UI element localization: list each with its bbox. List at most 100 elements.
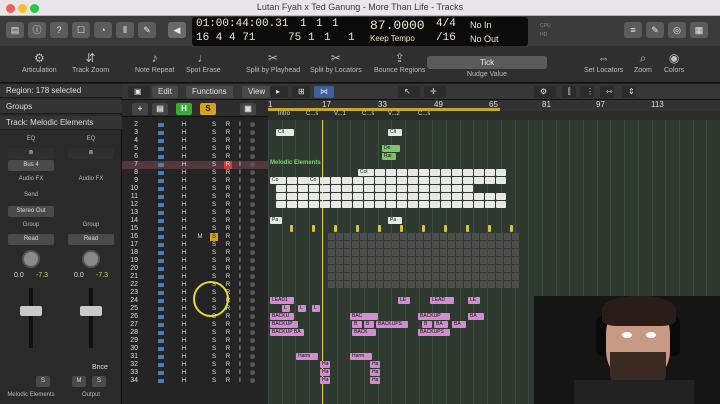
input-monitor-button[interactable]: I	[236, 353, 244, 361]
region[interactable]	[474, 177, 484, 184]
list-editors-button[interactable]: ≡	[624, 22, 642, 38]
region[interactable]	[488, 249, 495, 256]
hide-button[interactable]: H	[180, 193, 188, 201]
region[interactable]	[440, 249, 447, 256]
solo-button[interactable]: S	[210, 153, 218, 161]
region[interactable]	[408, 273, 415, 280]
record-button[interactable]: R	[224, 241, 232, 249]
region[interactable]	[376, 281, 383, 288]
region[interactable]	[480, 257, 487, 264]
lcd-tempo[interactable]: 87.0000	[370, 18, 425, 33]
region[interactable]	[336, 257, 343, 264]
region[interactable]	[298, 193, 308, 200]
region[interactable]	[328, 233, 335, 240]
track-row[interactable]: 3 H SRI	[122, 129, 268, 137]
snap-icon[interactable]: ⊞	[292, 86, 310, 98]
set-locators-tool[interactable]: ⇔ Set Locators	[584, 50, 623, 74]
region[interactable]: LEAD1	[270, 297, 294, 304]
region[interactable]: B	[352, 321, 362, 328]
input-monitor-button[interactable]: I	[236, 193, 244, 201]
region[interactable]: BACKUP	[418, 313, 450, 320]
region[interactable]	[440, 273, 447, 280]
region[interactable]	[448, 241, 455, 248]
region[interactable]	[408, 233, 415, 240]
region[interactable]	[344, 273, 351, 280]
region[interactable]	[474, 193, 484, 200]
region[interactable]: L	[298, 305, 306, 312]
region[interactable]	[472, 273, 479, 280]
track-row[interactable]: 29 H S R I	[122, 337, 268, 345]
region[interactable]	[408, 201, 418, 208]
region[interactable]	[400, 241, 407, 248]
region[interactable]	[331, 185, 341, 192]
region[interactable]	[397, 193, 407, 200]
region[interactable]	[496, 193, 506, 200]
region[interactable]	[452, 177, 462, 184]
region[interactable]	[290, 225, 293, 232]
flex-icon[interactable]: ⋈	[314, 86, 334, 98]
region[interactable]	[400, 257, 407, 264]
volume-fader-track[interactable]	[89, 288, 93, 348]
hide-button[interactable]: H	[180, 185, 188, 193]
bounce-label[interactable]: Bnce	[92, 364, 108, 371]
region[interactable]	[430, 177, 440, 184]
region[interactable]	[312, 225, 315, 232]
region[interactable]	[504, 265, 511, 272]
input-monitor-button[interactable]: I	[236, 281, 244, 289]
record-button[interactable]: R	[224, 265, 232, 273]
region[interactable]	[397, 169, 407, 176]
volume-fader[interactable]	[20, 306, 42, 316]
track-zoom-tool[interactable]: ⇵ Track Zoom	[72, 50, 109, 74]
input-monitor-button[interactable]: I	[236, 153, 244, 161]
region[interactable]	[466, 225, 469, 232]
region[interactable]	[496, 177, 506, 184]
region[interactable]: Do	[382, 145, 400, 152]
region[interactable]	[408, 193, 418, 200]
input-monitor-button[interactable]: I	[236, 377, 244, 385]
region[interactable]	[386, 177, 396, 184]
region[interactable]	[356, 225, 359, 232]
marker[interactable]: C...s	[306, 111, 318, 117]
track-row[interactable]: 30 H S R I	[122, 345, 268, 353]
tracks-area-toggle[interactable]: ▣	[128, 86, 150, 98]
hide-button[interactable]: H	[180, 281, 188, 289]
marker[interactable]: V...2	[388, 111, 400, 117]
region[interactable]	[376, 249, 383, 256]
region[interactable]	[360, 249, 367, 256]
solo-button[interactable]: S	[210, 273, 218, 281]
region[interactable]	[496, 265, 503, 272]
region[interactable]	[440, 257, 447, 264]
solo-button[interactable]: S	[210, 249, 218, 257]
note-repeat-tool[interactable]: ♪ Note Repeat	[135, 50, 174, 74]
region[interactable]	[504, 233, 511, 240]
track-row[interactable]: 22 H S R I	[122, 281, 268, 289]
region[interactable]: B	[364, 321, 374, 328]
region[interactable]	[456, 249, 463, 256]
input-monitor-button[interactable]: I	[236, 169, 244, 177]
region[interactable]	[360, 273, 367, 280]
track-row[interactable]: 5 H SRI	[122, 145, 268, 153]
region[interactable]	[352, 249, 359, 256]
solo-button[interactable]: S	[210, 225, 218, 233]
track-row[interactable]: 33 H S R I	[122, 369, 268, 377]
track-row[interactable]: 20 H S R I	[122, 265, 268, 273]
functions-menu[interactable]: Functions	[186, 86, 233, 98]
solo-button[interactable]: S	[210, 161, 218, 169]
region[interactable]	[336, 233, 343, 240]
region[interactable]	[463, 185, 473, 192]
region[interactable]: Ha	[370, 361, 380, 368]
region[interactable]	[472, 281, 479, 288]
input-monitor-button[interactable]: I	[236, 177, 244, 185]
region[interactable]	[360, 257, 367, 264]
region[interactable]	[320, 193, 330, 200]
region[interactable]: BAC	[350, 313, 378, 320]
region[interactable]	[331, 193, 341, 200]
region[interactable]	[408, 177, 418, 184]
solo-button[interactable]: S	[210, 265, 218, 273]
waveform-zoom-icon[interactable]: ⫿	[562, 86, 576, 98]
track-row[interactable]: 17 H S R I	[122, 241, 268, 249]
region[interactable]	[472, 249, 479, 256]
region[interactable]	[336, 249, 343, 256]
region[interactable]	[432, 233, 439, 240]
region[interactable]	[496, 281, 503, 288]
